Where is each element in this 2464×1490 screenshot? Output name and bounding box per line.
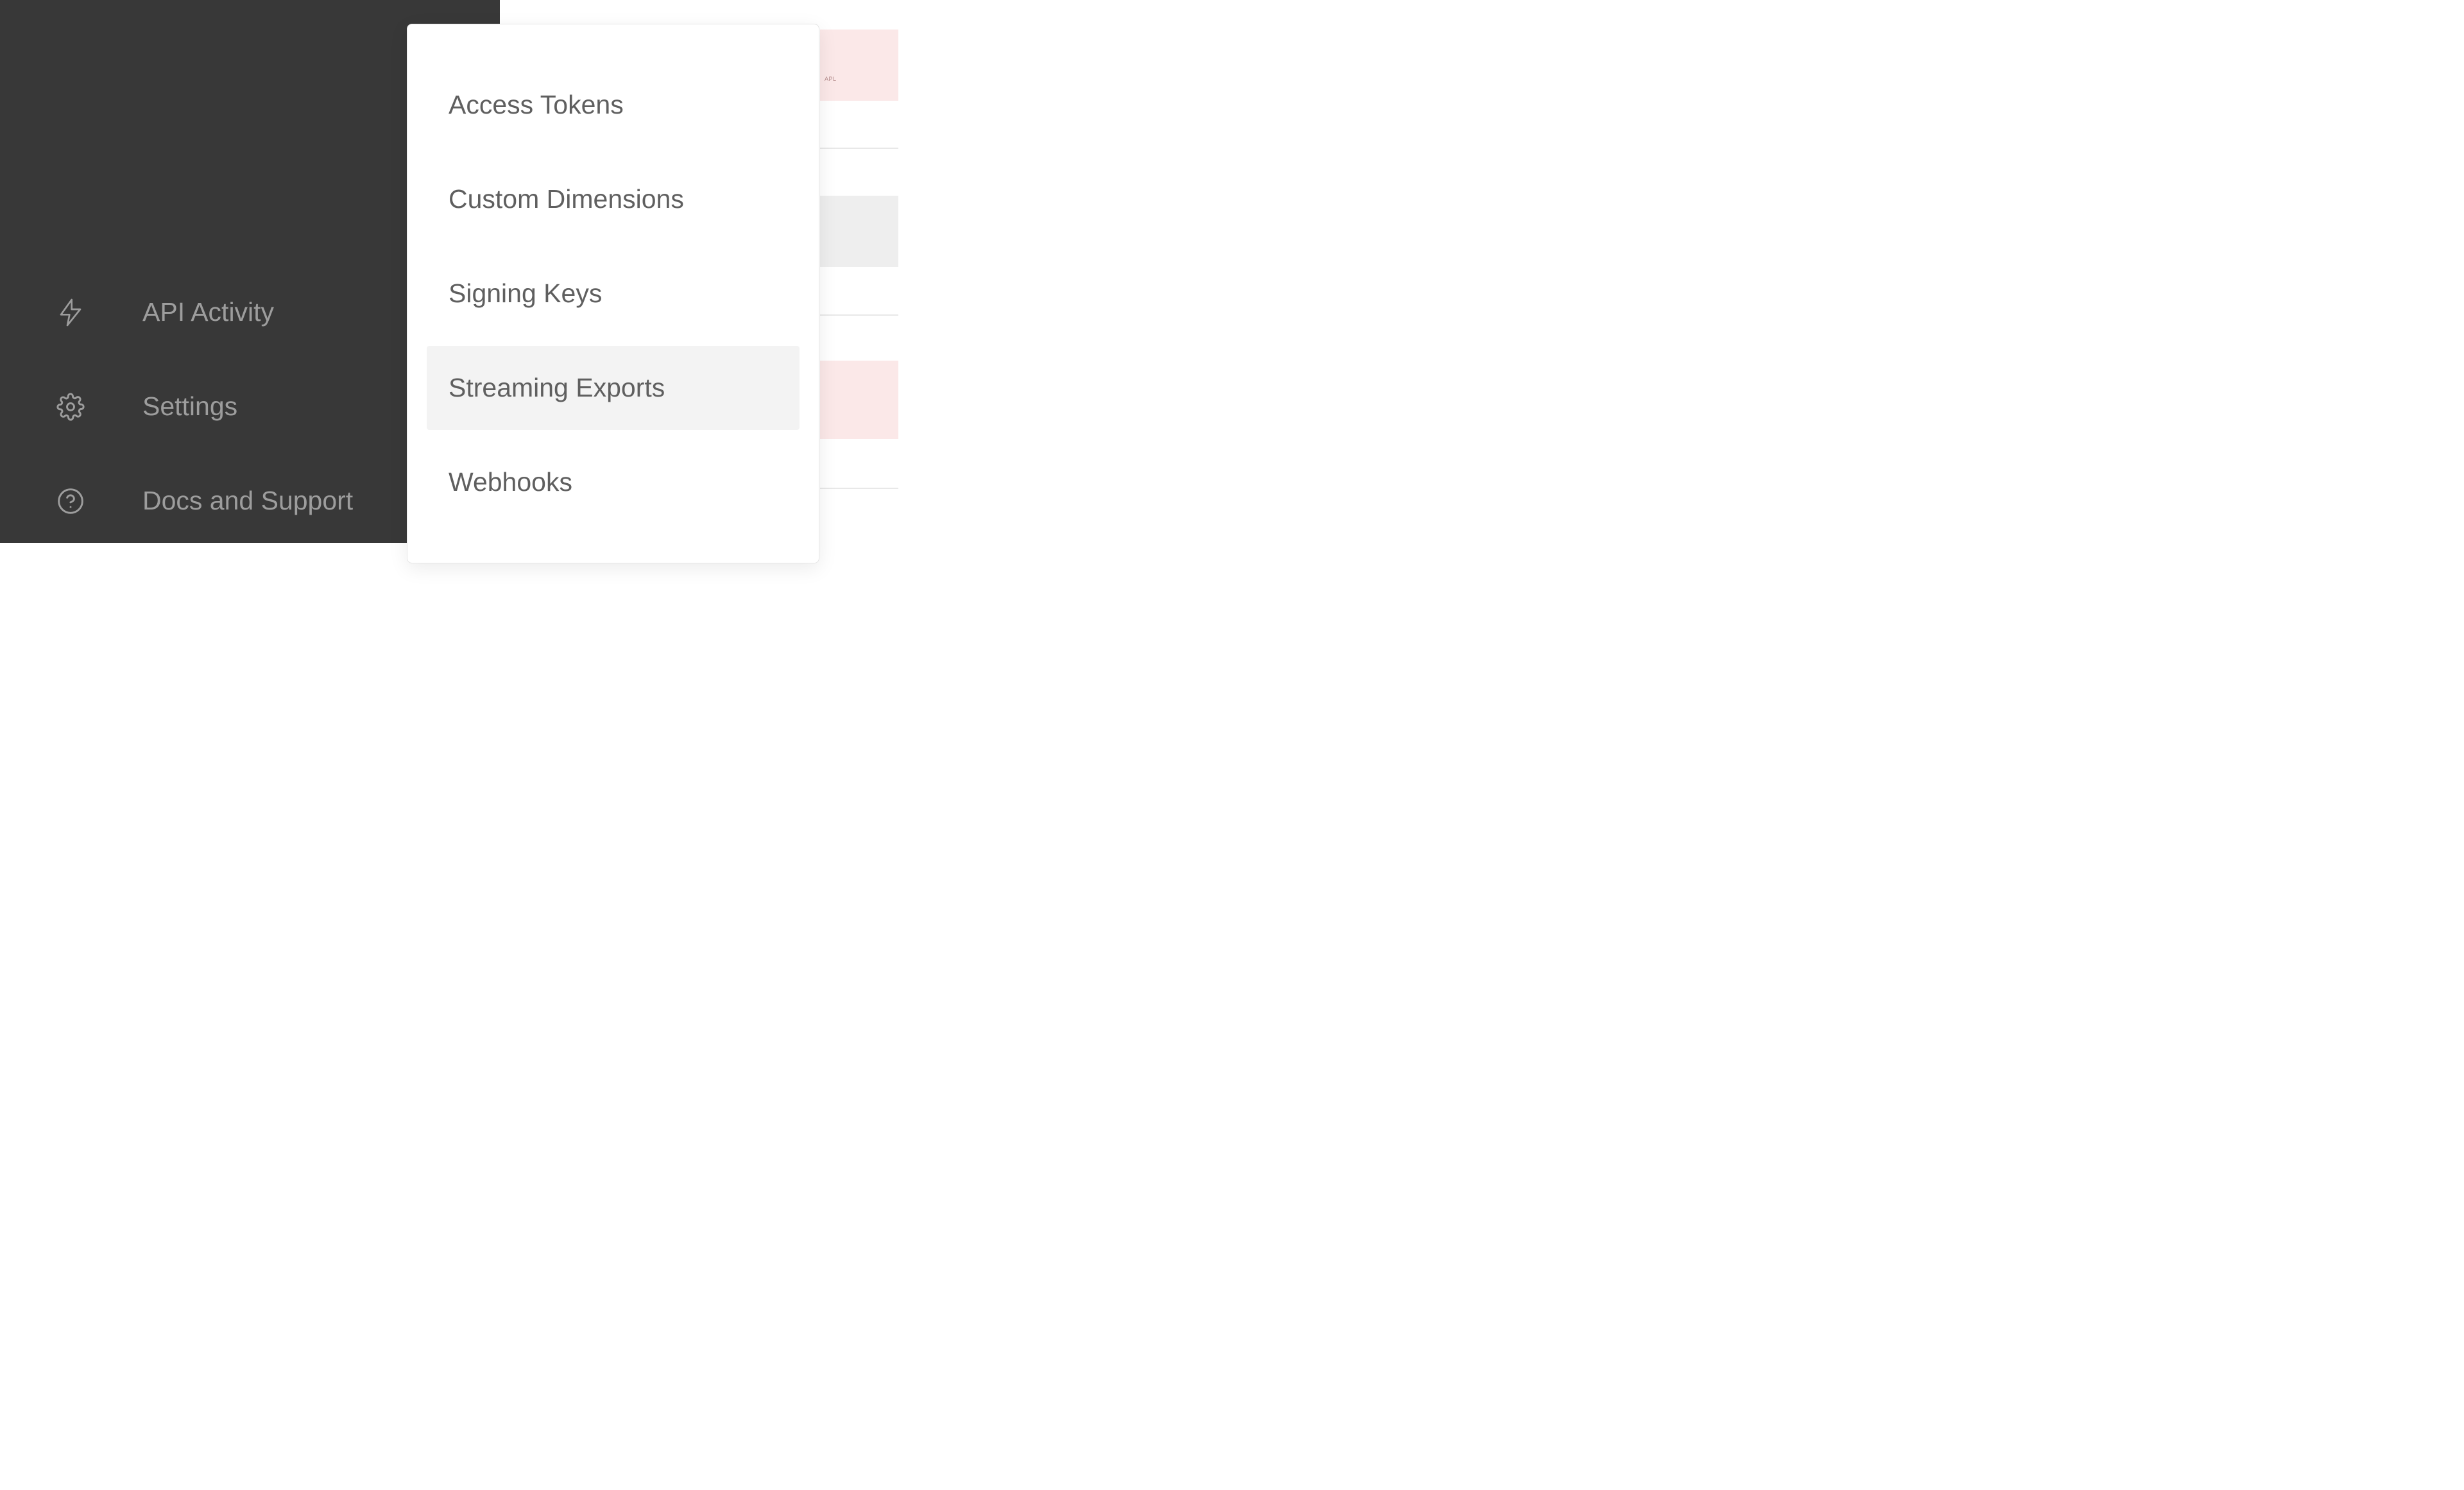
background-divider	[820, 148, 898, 149]
popover-item-webhooks[interactable]: Webhooks	[427, 440, 800, 524]
popover-item-access-tokens[interactable]: Access Tokens	[427, 63, 800, 147]
sidebar-item-label: API Activity	[142, 297, 274, 327]
bolt-icon	[56, 298, 85, 327]
sidebar-item-label: Docs and Support	[142, 486, 353, 516]
background-card	[820, 361, 898, 439]
background-card	[820, 30, 898, 101]
background-card	[820, 196, 898, 267]
background-divider	[820, 488, 898, 489]
sidebar-item-label: Settings	[142, 391, 237, 422]
help-icon	[56, 487, 85, 515]
background-divider	[820, 314, 898, 316]
gear-icon	[56, 393, 85, 421]
popover-item-streaming-exports[interactable]: Streaming Exports	[427, 346, 800, 430]
settings-popover: Access Tokens Custom Dimensions Signing …	[407, 24, 819, 563]
popover-item-signing-keys[interactable]: Signing Keys	[427, 252, 800, 336]
popover-item-custom-dimensions[interactable]: Custom Dimensions	[427, 157, 800, 241]
background-snippet: APL	[825, 76, 837, 82]
